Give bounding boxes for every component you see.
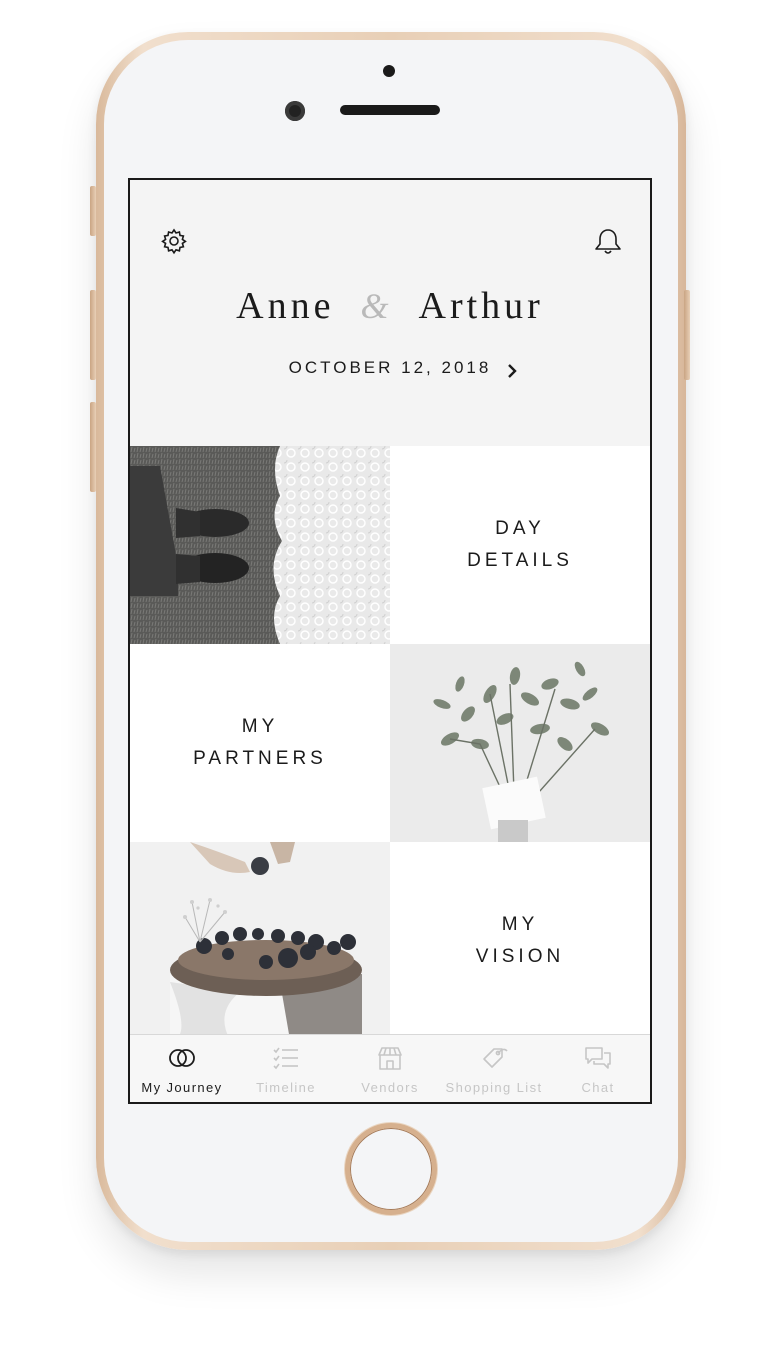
tab-vendors[interactable]: Vendors	[338, 1035, 442, 1102]
wedding-date: OCTOBER 12, 2018	[288, 358, 492, 377]
my-partners-image[interactable]	[390, 644, 650, 842]
bottom-tab-bar: My Journey Timeline Vendors Shopping Lis…	[130, 1034, 650, 1102]
gear-icon	[161, 228, 187, 255]
blueberry-cake-photo	[130, 842, 390, 1040]
header: Anne & Arthur OCTOBER 12, 2018	[130, 180, 650, 446]
day-details-line1: DAY	[495, 518, 545, 539]
mute-switch	[90, 186, 96, 236]
volume-up-button	[90, 290, 96, 380]
partner-one-name: Anne	[236, 285, 335, 327]
earpiece-speaker	[340, 105, 440, 115]
tab-shopping-list[interactable]: Shopping List	[442, 1035, 546, 1102]
tab-label: Shopping List	[445, 1080, 543, 1095]
eucalyptus-bouquet-photo	[390, 644, 650, 842]
my-partners-tile[interactable]: MY PARTNERS	[130, 644, 390, 842]
proximity-sensor	[383, 65, 395, 77]
my-partners-label: MY PARTNERS	[193, 711, 327, 775]
store-icon	[378, 1047, 402, 1070]
power-button	[684, 290, 690, 380]
settings-button[interactable]	[158, 225, 190, 257]
day-details-line2: DETAILS	[467, 550, 573, 571]
my-vision-line2: VISION	[475, 946, 565, 967]
home-button[interactable]	[345, 1123, 437, 1215]
tab-label: Vendors	[361, 1080, 419, 1095]
tab-chat[interactable]: Chat	[546, 1035, 650, 1102]
bell-icon	[595, 229, 621, 254]
volume-down-button	[90, 402, 96, 492]
wedding-date-row[interactable]: OCTOBER 12, 2018	[130, 358, 650, 384]
my-partners-line1: MY	[241, 716, 279, 737]
day-details-tile[interactable]: DAY DETAILS	[390, 446, 650, 644]
groom-shoes-lace-photo	[130, 446, 390, 644]
tab-label: Timeline	[256, 1080, 316, 1095]
couple-names: Anne & Arthur	[130, 284, 650, 328]
tab-label: Chat	[581, 1080, 615, 1095]
my-partners-line2: PARTNERS	[193, 748, 327, 769]
app-screen: Anne & Arthur OCTOBER 12, 2018 DAY DETAI…	[128, 178, 652, 1104]
my-vision-label: MY VISION	[476, 909, 564, 973]
ampersand: &	[360, 286, 393, 326]
front-camera	[285, 101, 305, 121]
day-details-label: DAY DETAILS	[467, 513, 573, 577]
my-vision-tile[interactable]: MY VISION	[390, 842, 650, 1040]
checklist-icon	[273, 1047, 298, 1070]
day-details-image[interactable]	[130, 446, 390, 644]
rings-icon	[169, 1049, 195, 1067]
tab-timeline[interactable]: Timeline	[234, 1035, 338, 1102]
chat-icon	[585, 1047, 611, 1069]
my-vision-line1: MY	[501, 914, 539, 935]
tag-icon	[483, 1048, 508, 1068]
notifications-button[interactable]	[592, 225, 624, 257]
my-vision-image[interactable]	[130, 842, 390, 1040]
chevron-right-icon[interactable]	[502, 361, 522, 381]
partner-two-name: Arthur	[418, 285, 544, 327]
tab-label: My Journey	[141, 1080, 223, 1095]
tab-my-journey[interactable]: My Journey	[130, 1035, 234, 1102]
